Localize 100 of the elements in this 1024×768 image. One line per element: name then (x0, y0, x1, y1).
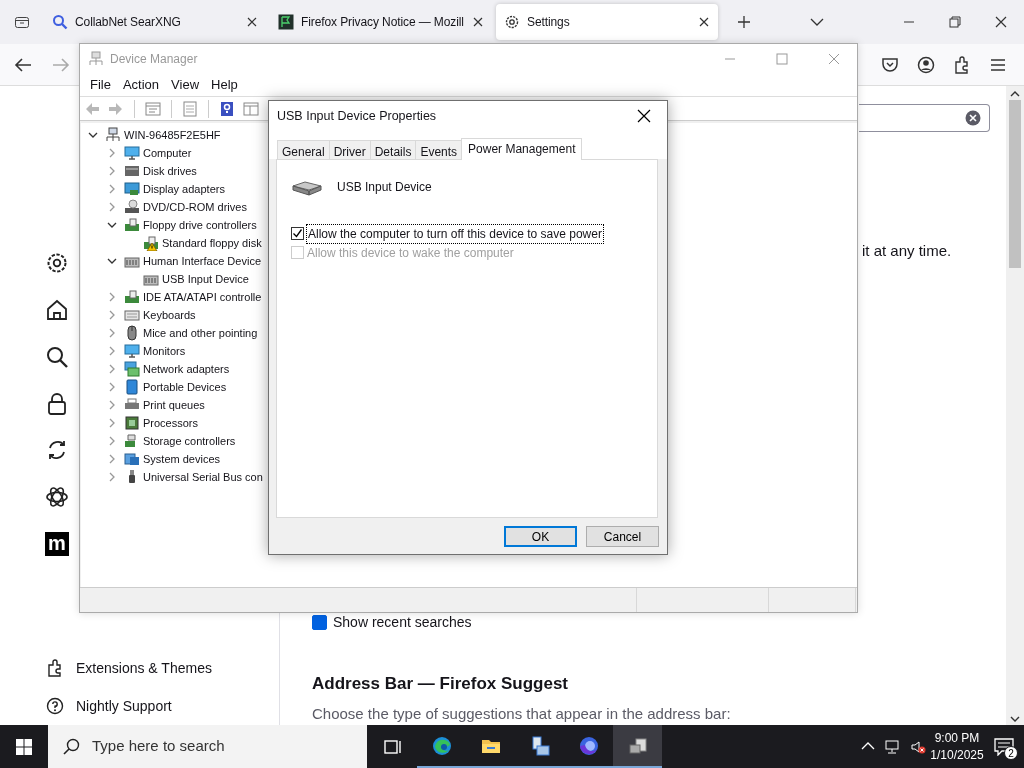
chevron-right-icon[interactable] (108, 418, 116, 428)
list-tabs-icon[interactable] (14, 14, 30, 30)
chevron-right-icon[interactable] (108, 328, 116, 338)
muted-volume-icon[interactable] (909, 738, 926, 755)
close-icon[interactable] (995, 16, 1007, 28)
scroll-down-icon[interactable] (1010, 715, 1020, 723)
chevron-down-icon[interactable] (810, 17, 824, 27)
firefox-icon[interactable] (578, 735, 599, 756)
sidebar-link[interactable]: Nightly Support (76, 695, 172, 717)
browser-tab[interactable]: CollabNet SearXNG (44, 4, 266, 40)
chevron-right-icon[interactable] (108, 310, 116, 320)
window-title: Device Manager (110, 50, 199, 68)
tree-item[interactable]: DVD/CD-ROM drives (143, 198, 247, 216)
dialog-button[interactable]: OK (504, 526, 577, 547)
tree-item[interactable]: Computer (143, 144, 192, 162)
chevron-right-icon[interactable] (108, 454, 116, 464)
checkbox-label: Allow the computer to turn off this device to save power (307, 224, 603, 243)
device-icon (124, 289, 140, 305)
dialog-button[interactable]: Cancel (586, 526, 659, 547)
checkbox-label: Allow this device to wake the computer (307, 244, 514, 262)
taskbar-app[interactable] (613, 725, 662, 768)
tree-item[interactable]: Floppy drive controllers (143, 216, 257, 234)
tree-item[interactable]: Keyboards (143, 306, 196, 324)
chevron-down-icon[interactable] (107, 257, 117, 265)
tree-item[interactable]: Processors (143, 414, 199, 432)
menu-item[interactable]: View (165, 74, 206, 95)
chevron-right-icon[interactable] (108, 202, 116, 212)
atom-icon[interactable] (45, 484, 69, 509)
scrollbar[interactable] (1006, 86, 1024, 725)
clear-icon[interactable] (965, 109, 981, 126)
lock-icon[interactable] (45, 391, 69, 416)
tree-item[interactable]: Standard floppy disk (162, 234, 262, 252)
tree-item[interactable]: WIN-96485F2E5HF (124, 126, 221, 144)
chevron-right-icon[interactable] (108, 472, 116, 482)
chevron-right-icon[interactable] (108, 184, 116, 194)
chevron-right-icon[interactable] (108, 400, 116, 410)
close-icon[interactable] (637, 109, 651, 123)
menu-item[interactable]: Help (205, 74, 244, 95)
pocket-icon[interactable] (881, 55, 899, 74)
close-icon[interactable] (472, 16, 484, 28)
chevron-right-icon[interactable] (108, 346, 116, 356)
tree-item[interactable]: Universal Serial Bus con (143, 468, 263, 486)
checkbox[interactable] (312, 615, 327, 630)
plus-icon[interactable] (737, 15, 751, 29)
dialog-title: USB Input Device Properties (277, 107, 438, 125)
chevron-right-icon[interactable] (108, 148, 116, 158)
chevron-down-icon[interactable] (88, 131, 98, 139)
puzzle-icon[interactable] (46, 659, 64, 678)
search-icon[interactable] (45, 344, 69, 369)
taskbar-search-field[interactable]: Type here to search (48, 725, 367, 768)
logo-icon[interactable]: m (45, 531, 69, 556)
browser-tab[interactable]: Settings (496, 4, 718, 40)
tree-item[interactable]: Display adapters (143, 180, 225, 198)
back-arrow-icon[interactable] (14, 56, 32, 73)
tree-item[interactable]: Network adapters (143, 360, 230, 378)
browser-tab[interactable]: Firefox Privacy Notice — Mozill (270, 4, 492, 40)
home-icon[interactable] (45, 298, 69, 323)
devices-icon[interactable] (627, 735, 648, 756)
chevron-right-icon[interactable] (108, 436, 116, 446)
windows-start-icon[interactable] (16, 738, 32, 755)
device-icon (124, 145, 140, 161)
tree-item[interactable]: IDE ATA/ATAPI controlle (143, 288, 262, 306)
scrollbar-thumb[interactable] (1009, 100, 1021, 268)
chevron-right-icon[interactable] (108, 382, 116, 392)
tree-item[interactable]: Print queues (143, 396, 205, 414)
scroll-up-icon[interactable] (1010, 90, 1020, 98)
chevron-right-icon[interactable] (108, 364, 116, 374)
chevron-right-icon[interactable] (108, 166, 116, 176)
tree-item[interactable]: Disk drives (143, 162, 197, 180)
clock[interactable]: 9:00 PM 1/10/2025 (930, 729, 984, 764)
dialog-tab[interactable]: Power Management (461, 138, 583, 160)
help-icon[interactable] (219, 100, 235, 117)
dialog-tab[interactable]: General (277, 140, 330, 160)
close-icon[interactable] (698, 16, 710, 28)
chevron-down-icon[interactable] (107, 221, 117, 229)
dialog-tab[interactable]: Details (369, 140, 417, 160)
sidebar-link[interactable]: Extensions & Themes (76, 657, 212, 679)
menu-item[interactable]: Action (116, 74, 166, 95)
tree-item[interactable]: USB Input Device (162, 270, 249, 288)
tree-item[interactable]: Portable Devices (143, 378, 227, 396)
chevron-right-icon[interactable] (108, 292, 116, 302)
tree-item[interactable]: Storage controllers (143, 432, 236, 450)
server-icon[interactable] (529, 735, 550, 756)
help-icon[interactable] (46, 697, 64, 716)
checkbox[interactable] (291, 227, 304, 240)
account-icon[interactable] (917, 55, 935, 74)
menu-item[interactable]: File (84, 74, 117, 95)
tree-item[interactable]: Mice and other pointing (143, 324, 258, 342)
tree-item[interactable]: Human Interface Device (143, 252, 261, 270)
restore-icon[interactable] (949, 16, 961, 28)
tree-item[interactable]: Monitors (143, 342, 186, 360)
tree-item[interactable]: System devices (143, 450, 221, 468)
dialog-tab[interactable]: Driver (328, 140, 371, 160)
network-icon[interactable] (884, 738, 901, 755)
search-field[interactable] (859, 104, 990, 132)
notification-icon[interactable] (994, 737, 1014, 756)
dialog-tab[interactable]: Events (415, 140, 463, 160)
close-icon[interactable] (246, 16, 258, 28)
puzzle-icon[interactable] (953, 55, 971, 74)
browser-icon[interactable] (431, 735, 452, 756)
